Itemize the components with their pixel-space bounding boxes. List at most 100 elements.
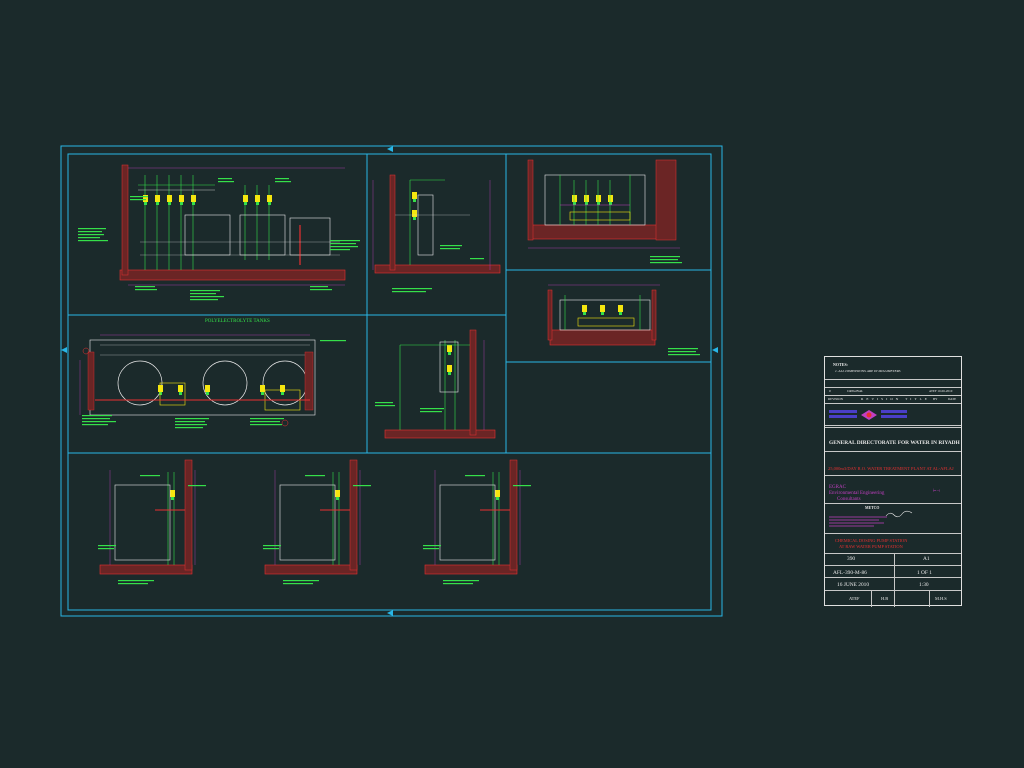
annotation-text bbox=[263, 545, 281, 547]
pump-base bbox=[144, 202, 147, 205]
concrete-wall bbox=[547, 289, 553, 341]
concrete-wall bbox=[389, 174, 396, 271]
annotation-text bbox=[423, 548, 439, 550]
pump-base bbox=[583, 312, 586, 315]
concrete-wall bbox=[509, 459, 518, 571]
checked-by: H.B bbox=[881, 596, 889, 601]
concrete-wall bbox=[121, 164, 129, 276]
annotation-text bbox=[443, 580, 479, 582]
dosing-pump bbox=[280, 385, 285, 392]
annotation-text bbox=[190, 299, 218, 301]
pump-base bbox=[192, 202, 195, 205]
pump-base bbox=[156, 202, 159, 205]
equipment-outline bbox=[184, 214, 231, 256]
annotation-text bbox=[310, 286, 328, 288]
annotation-text bbox=[218, 181, 234, 183]
annotation-text bbox=[330, 246, 358, 248]
drawing-title-2: AT RAW WATER PUMP STATION bbox=[839, 544, 903, 549]
pump-base bbox=[171, 497, 174, 500]
panel-title: POLYELECTROLYTE TANKS bbox=[205, 319, 270, 324]
annotation-text bbox=[98, 545, 116, 547]
annotation-text bbox=[118, 583, 148, 585]
consultant-line-1: Environmental Engineering bbox=[829, 491, 885, 496]
drawing-scale: 1:30 bbox=[919, 582, 929, 588]
drawing-number: AFL-390-M-86 bbox=[833, 570, 867, 576]
inner-border bbox=[67, 153, 712, 611]
equipment-outline bbox=[439, 484, 496, 561]
annotation-text bbox=[188, 485, 206, 487]
annotation-text bbox=[392, 288, 432, 290]
tank-wall bbox=[87, 351, 95, 411]
dosing-pump bbox=[155, 195, 160, 202]
dosing-pump bbox=[412, 210, 417, 217]
annotation-text bbox=[98, 548, 114, 550]
pump-base bbox=[597, 202, 600, 205]
drawing-views bbox=[79, 159, 680, 575]
annotation-text bbox=[283, 583, 313, 585]
annotation-text bbox=[130, 196, 148, 198]
sheet-size: A1 bbox=[923, 556, 930, 562]
contractor-name: METCO bbox=[865, 506, 880, 510]
annotation-text bbox=[263, 548, 279, 550]
equipment-outline bbox=[289, 217, 331, 256]
annotation-text bbox=[320, 340, 346, 342]
annotation-text bbox=[668, 354, 700, 356]
annotation-text bbox=[423, 545, 441, 547]
equipment-outline bbox=[89, 339, 316, 416]
pump-base bbox=[261, 392, 264, 395]
dosing-pump bbox=[600, 305, 605, 312]
concrete-slab bbox=[384, 429, 496, 439]
dosing-pump bbox=[618, 305, 623, 312]
annotation-text bbox=[175, 424, 207, 426]
equipment-outline bbox=[559, 299, 651, 331]
annotation-text bbox=[82, 421, 116, 423]
annotation-text bbox=[420, 411, 442, 413]
dosing-pump bbox=[205, 385, 210, 392]
tank-outline bbox=[117, 360, 163, 406]
equipment-outline bbox=[239, 214, 286, 256]
annotation-text bbox=[275, 178, 289, 180]
dosing-pump bbox=[255, 195, 260, 202]
drawing-title-1: CHEMICAL DOSING PUMP STATION bbox=[835, 538, 908, 543]
pump-base bbox=[413, 217, 416, 220]
annotation-text bbox=[130, 199, 146, 201]
concrete-slab bbox=[424, 564, 518, 575]
tank-outline bbox=[262, 360, 308, 406]
notes-line: 1. ALL DIMENSIONS ARE IN MILLIMETERS bbox=[835, 369, 901, 373]
pump-base bbox=[496, 497, 499, 500]
concrete-wall bbox=[655, 159, 677, 241]
drawing-date: 16 JUNE 2010 bbox=[837, 582, 870, 588]
annotation-text bbox=[250, 418, 284, 420]
annotation-text bbox=[440, 248, 460, 250]
pump-base bbox=[206, 392, 209, 395]
annotation-text bbox=[175, 427, 203, 429]
annotation-text bbox=[650, 262, 682, 264]
annotation-text bbox=[353, 485, 371, 487]
client-name: GENERAL DIRECTORATE FOR WATER IN RIYADH bbox=[829, 440, 960, 446]
annotation-text bbox=[443, 583, 473, 585]
annotation-text bbox=[650, 256, 680, 258]
annotation-text bbox=[140, 475, 160, 477]
dosing-pump bbox=[191, 195, 196, 202]
pump-base bbox=[180, 202, 183, 205]
annotation-text bbox=[668, 348, 698, 350]
equipment-outline bbox=[577, 317, 635, 327]
annotation-text bbox=[310, 289, 332, 291]
client-logo bbox=[829, 408, 909, 422]
pump-base bbox=[179, 392, 182, 395]
project-name: 25,000m3/DAY R.O. WATER TREATMENT PLANT … bbox=[828, 466, 954, 471]
frame-arrow-marker bbox=[387, 610, 393, 616]
dosing-pump bbox=[243, 195, 248, 202]
annotation-text bbox=[78, 228, 106, 230]
annotation-text bbox=[135, 289, 157, 291]
annotation-text bbox=[190, 296, 224, 298]
revision-number: 0 bbox=[829, 389, 831, 393]
pump-base bbox=[413, 199, 416, 202]
annotation-text bbox=[283, 580, 319, 582]
concrete-wall bbox=[527, 159, 534, 241]
annotation-text bbox=[668, 351, 696, 353]
dosing-pump bbox=[596, 195, 601, 202]
dosing-pump bbox=[167, 195, 172, 202]
frame-arrow-marker bbox=[61, 347, 67, 353]
tank-outline bbox=[202, 360, 248, 406]
